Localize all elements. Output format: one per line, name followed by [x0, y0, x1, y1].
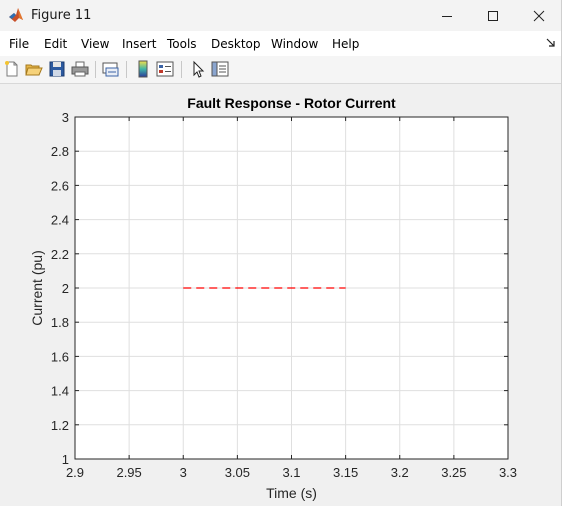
x-tick-label: 3	[180, 465, 187, 480]
y-tick-label: 1	[62, 452, 69, 467]
print-icon[interactable]	[71, 60, 89, 78]
open-file-icon[interactable]	[25, 60, 43, 78]
y-tick-label: 1.2	[51, 418, 69, 433]
x-tick-label: 2.9	[66, 465, 84, 480]
edit-plot-pointer-icon[interactable]	[189, 60, 207, 78]
menu-file[interactable]: File	[9, 37, 29, 51]
maximize-icon	[488, 10, 498, 21]
x-tick-label: 3.1	[282, 465, 300, 480]
y-tick-label: 2.8	[51, 144, 69, 159]
x-tick-label: 3.05	[225, 465, 250, 480]
menu-window[interactable]: Window	[271, 37, 318, 51]
y-tick-label: 3	[62, 110, 69, 125]
y-axis-label: Current (pu)	[29, 250, 45, 325]
dock-arrow-icon[interactable]	[546, 38, 556, 48]
toolbar-separator	[126, 61, 127, 78]
figure-canvas[interactable]: 2.9 2.95 3 3.05 3.1 3.15 3.2 3.25 3.3 1 1.2 1.4 1.6…	[1, 84, 560, 504]
window-title: Figure 11	[31, 8, 92, 23]
y-tick-label: 1.8	[51, 315, 69, 330]
menu-bar: File Edit View Insert Tools Desktop Wind…	[0, 31, 562, 56]
x-axis-label: Time (s)	[266, 485, 317, 501]
y-tick-label: 1.6	[51, 349, 69, 364]
maximize-button[interactable]	[470, 0, 516, 31]
menu-insert[interactable]: Insert	[122, 37, 156, 51]
x-tick-label: 3.2	[391, 465, 409, 480]
close-icon	[533, 10, 545, 21]
menu-tools[interactable]: Tools	[167, 37, 197, 51]
menu-desktop[interactable]: Desktop	[211, 37, 261, 51]
toolbar	[0, 56, 562, 84]
legend-icon[interactable]	[156, 60, 174, 78]
y-tick-label: 2	[62, 281, 69, 296]
y-tick-label: 2.2	[51, 247, 69, 262]
close-button[interactable]	[516, 0, 562, 31]
property-inspector-icon[interactable]	[211, 60, 229, 78]
y-tick-label: 2.4	[51, 213, 69, 228]
link-plot-icon[interactable]	[102, 60, 120, 78]
toolbar-separator	[95, 61, 96, 78]
menu-edit[interactable]: Edit	[44, 37, 67, 51]
matlab-logo-icon	[9, 8, 23, 22]
plot-svg: 2.9 2.95 3 3.05 3.1 3.15 3.2 3.25 3.3 1 1.2 1.4 1.6…	[29, 95, 517, 501]
new-figure-icon[interactable]	[3, 60, 21, 78]
colorbar-icon[interactable]	[134, 60, 152, 78]
x-tick-label: 2.95	[116, 465, 141, 480]
x-tick-label: 3.3	[499, 465, 517, 480]
minimize-icon	[442, 15, 452, 17]
title-bar[interactable]: Figure 11	[0, 0, 562, 31]
plot-title: Fault Response - Rotor Current	[187, 95, 396, 111]
x-tick-label: 3.25	[441, 465, 466, 480]
y-tick-label: 2.6	[51, 178, 69, 193]
minimize-button[interactable]	[424, 0, 470, 31]
x-tick-labels: 2.9 2.95 3 3.05 3.1 3.15 3.2 3.25 3.3	[66, 465, 517, 480]
menu-view[interactable]: View	[81, 37, 109, 51]
figure-window: Figure 11 File Edit View Insert Tools De…	[0, 0, 562, 506]
y-tick-label: 1.4	[51, 384, 69, 399]
y-tick-labels: 1 1.2 1.4 1.6 1.8 2 2.2 2.4 2.6 2.8 3	[51, 110, 69, 467]
x-tick-label: 3.15	[333, 465, 358, 480]
menu-help[interactable]: Help	[332, 37, 359, 51]
save-icon[interactable]	[48, 60, 66, 78]
toolbar-separator	[181, 61, 182, 78]
